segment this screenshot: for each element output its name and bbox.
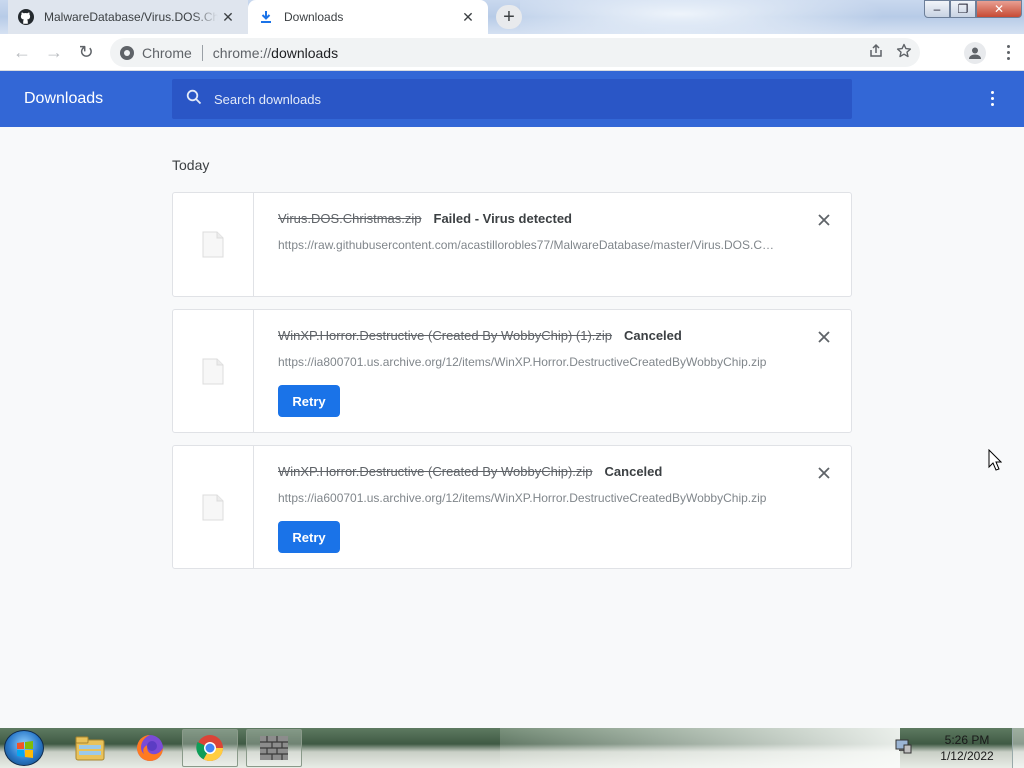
mouse-cursor-icon — [988, 448, 1003, 476]
network-tray-icon[interactable] — [894, 737, 912, 760]
chrome-icon[interactable] — [182, 729, 238, 767]
download-status: Failed - Virus detected — [433, 211, 572, 226]
browser-toolbar: ← → ↻ Chrome chrome:// downloads — [0, 34, 1024, 71]
search-icon — [186, 89, 202, 110]
file-icon-column — [173, 310, 254, 432]
url-host: downloads — [271, 44, 339, 61]
tab-downloads[interactable]: Downloads ✕ — [248, 0, 488, 34]
downloads-menu-icon[interactable] — [984, 91, 1000, 106]
tab-title: MalwareDatabase/Virus.DOS.Christmas — [44, 10, 218, 24]
back-button[interactable]: ← — [6, 36, 38, 68]
github-icon — [18, 9, 34, 25]
download-item: Virus.DOS.Christmas.zip Failed - Virus d… — [172, 192, 852, 297]
search-input[interactable] — [214, 91, 814, 107]
bookmark-star-icon[interactable] — [896, 43, 912, 62]
taskbar-glass — [500, 728, 900, 768]
file-icon — [202, 494, 224, 521]
chrome-logo-icon — [120, 45, 134, 60]
windows-flag-icon — [17, 741, 33, 758]
windows-taskbar: 5:26 PM 1/12/2022 — [0, 728, 1024, 768]
file-icon-column — [173, 193, 254, 296]
omnibox-actions — [868, 38, 912, 67]
maximize-button[interactable]: ❐ — [950, 0, 976, 18]
wall-app-icon[interactable] — [246, 729, 302, 767]
clock[interactable]: 5:26 PM 1/12/2022 — [922, 732, 1012, 764]
tab-github[interactable]: MalwareDatabase/Virus.DOS.Christmas ✕ — [8, 0, 248, 34]
download-status: Canceled — [624, 328, 682, 343]
close-tab-icon[interactable]: ✕ — [458, 7, 478, 27]
download-item: WinXP.Horror.Destructive (Created By Wob… — [172, 309, 852, 433]
reload-button[interactable]: ↻ — [70, 36, 102, 68]
firefox-icon[interactable] — [122, 729, 178, 767]
download-details: WinXP.Horror.Destructive (Created By Wob… — [278, 464, 781, 553]
downloads-header: Downloads — [0, 71, 1024, 127]
site-info-chip[interactable]: Chrome — [120, 45, 192, 61]
show-desktop-button[interactable] — [1012, 728, 1024, 768]
download-url[interactable]: https://ia800701.us.archive.org/12/items… — [278, 355, 778, 369]
chrome-menu-icon[interactable] — [1000, 45, 1016, 60]
remove-from-list-icon[interactable] — [815, 464, 833, 482]
remove-from-list-icon[interactable] — [815, 328, 833, 346]
download-details: WinXP.Horror.Destructive (Created By Wob… — [278, 328, 781, 417]
date-section-label: Today — [172, 157, 210, 173]
tab-title: Downloads — [284, 10, 344, 24]
close-tab-icon[interactable]: ✕ — [218, 7, 238, 27]
site-chip-label: Chrome — [142, 44, 192, 61]
window-controls: – ❐ ✕ — [924, 0, 1022, 20]
search-downloads-box[interactable] — [172, 79, 852, 119]
page-title: Downloads — [24, 90, 104, 107]
download-icon — [258, 9, 274, 25]
new-tab-button[interactable]: + — [496, 5, 522, 29]
share-icon[interactable] — [868, 43, 884, 62]
download-item: WinXP.Horror.Destructive (Created By Wob… — [172, 445, 852, 569]
download-filename[interactable]: Virus.DOS.Christmas.zip — [278, 211, 422, 226]
windows-explorer-icon[interactable] — [62, 729, 118, 767]
minimize-button[interactable]: – — [924, 0, 950, 18]
profile-avatar-icon[interactable] — [964, 41, 986, 64]
remove-from-list-icon[interactable] — [815, 211, 833, 229]
clock-date: 1/12/2022 — [940, 749, 994, 763]
file-icon-column — [173, 446, 254, 568]
file-icon — [202, 358, 224, 385]
forward-button[interactable]: → — [38, 36, 70, 68]
desktop-background — [520, 0, 920, 34]
close-window-button[interactable]: ✕ — [976, 0, 1022, 18]
file-icon — [202, 231, 224, 258]
start-button[interactable] — [4, 730, 44, 766]
system-tray: 5:26 PM 1/12/2022 — [894, 728, 1024, 768]
retry-button[interactable]: Retry — [278, 385, 340, 417]
tab-strip: MalwareDatabase/Virus.DOS.Christmas ✕ Do… — [0, 0, 1024, 34]
address-bar[interactable]: Chrome chrome:// downloads — [110, 38, 920, 67]
url-scheme: chrome:// — [212, 44, 272, 61]
clock-time: 5:26 PM — [944, 733, 990, 747]
address-separator — [201, 44, 203, 61]
download-details: Virus.DOS.Christmas.zip Failed - Virus d… — [278, 211, 781, 252]
download-filename[interactable]: WinXP.Horror.Destructive (Created By Wob… — [278, 328, 612, 343]
download-url[interactable]: https://raw.githubusercontent.com/acasti… — [278, 238, 778, 252]
download-url[interactable]: https://ia600701.us.archive.org/12/items… — [278, 491, 778, 505]
download-filename[interactable]: WinXP.Horror.Destructive (Created By Wob… — [278, 464, 593, 479]
download-status: Canceled — [604, 464, 663, 479]
retry-button[interactable]: Retry — [278, 521, 340, 553]
toolbar-right — [964, 34, 1016, 71]
